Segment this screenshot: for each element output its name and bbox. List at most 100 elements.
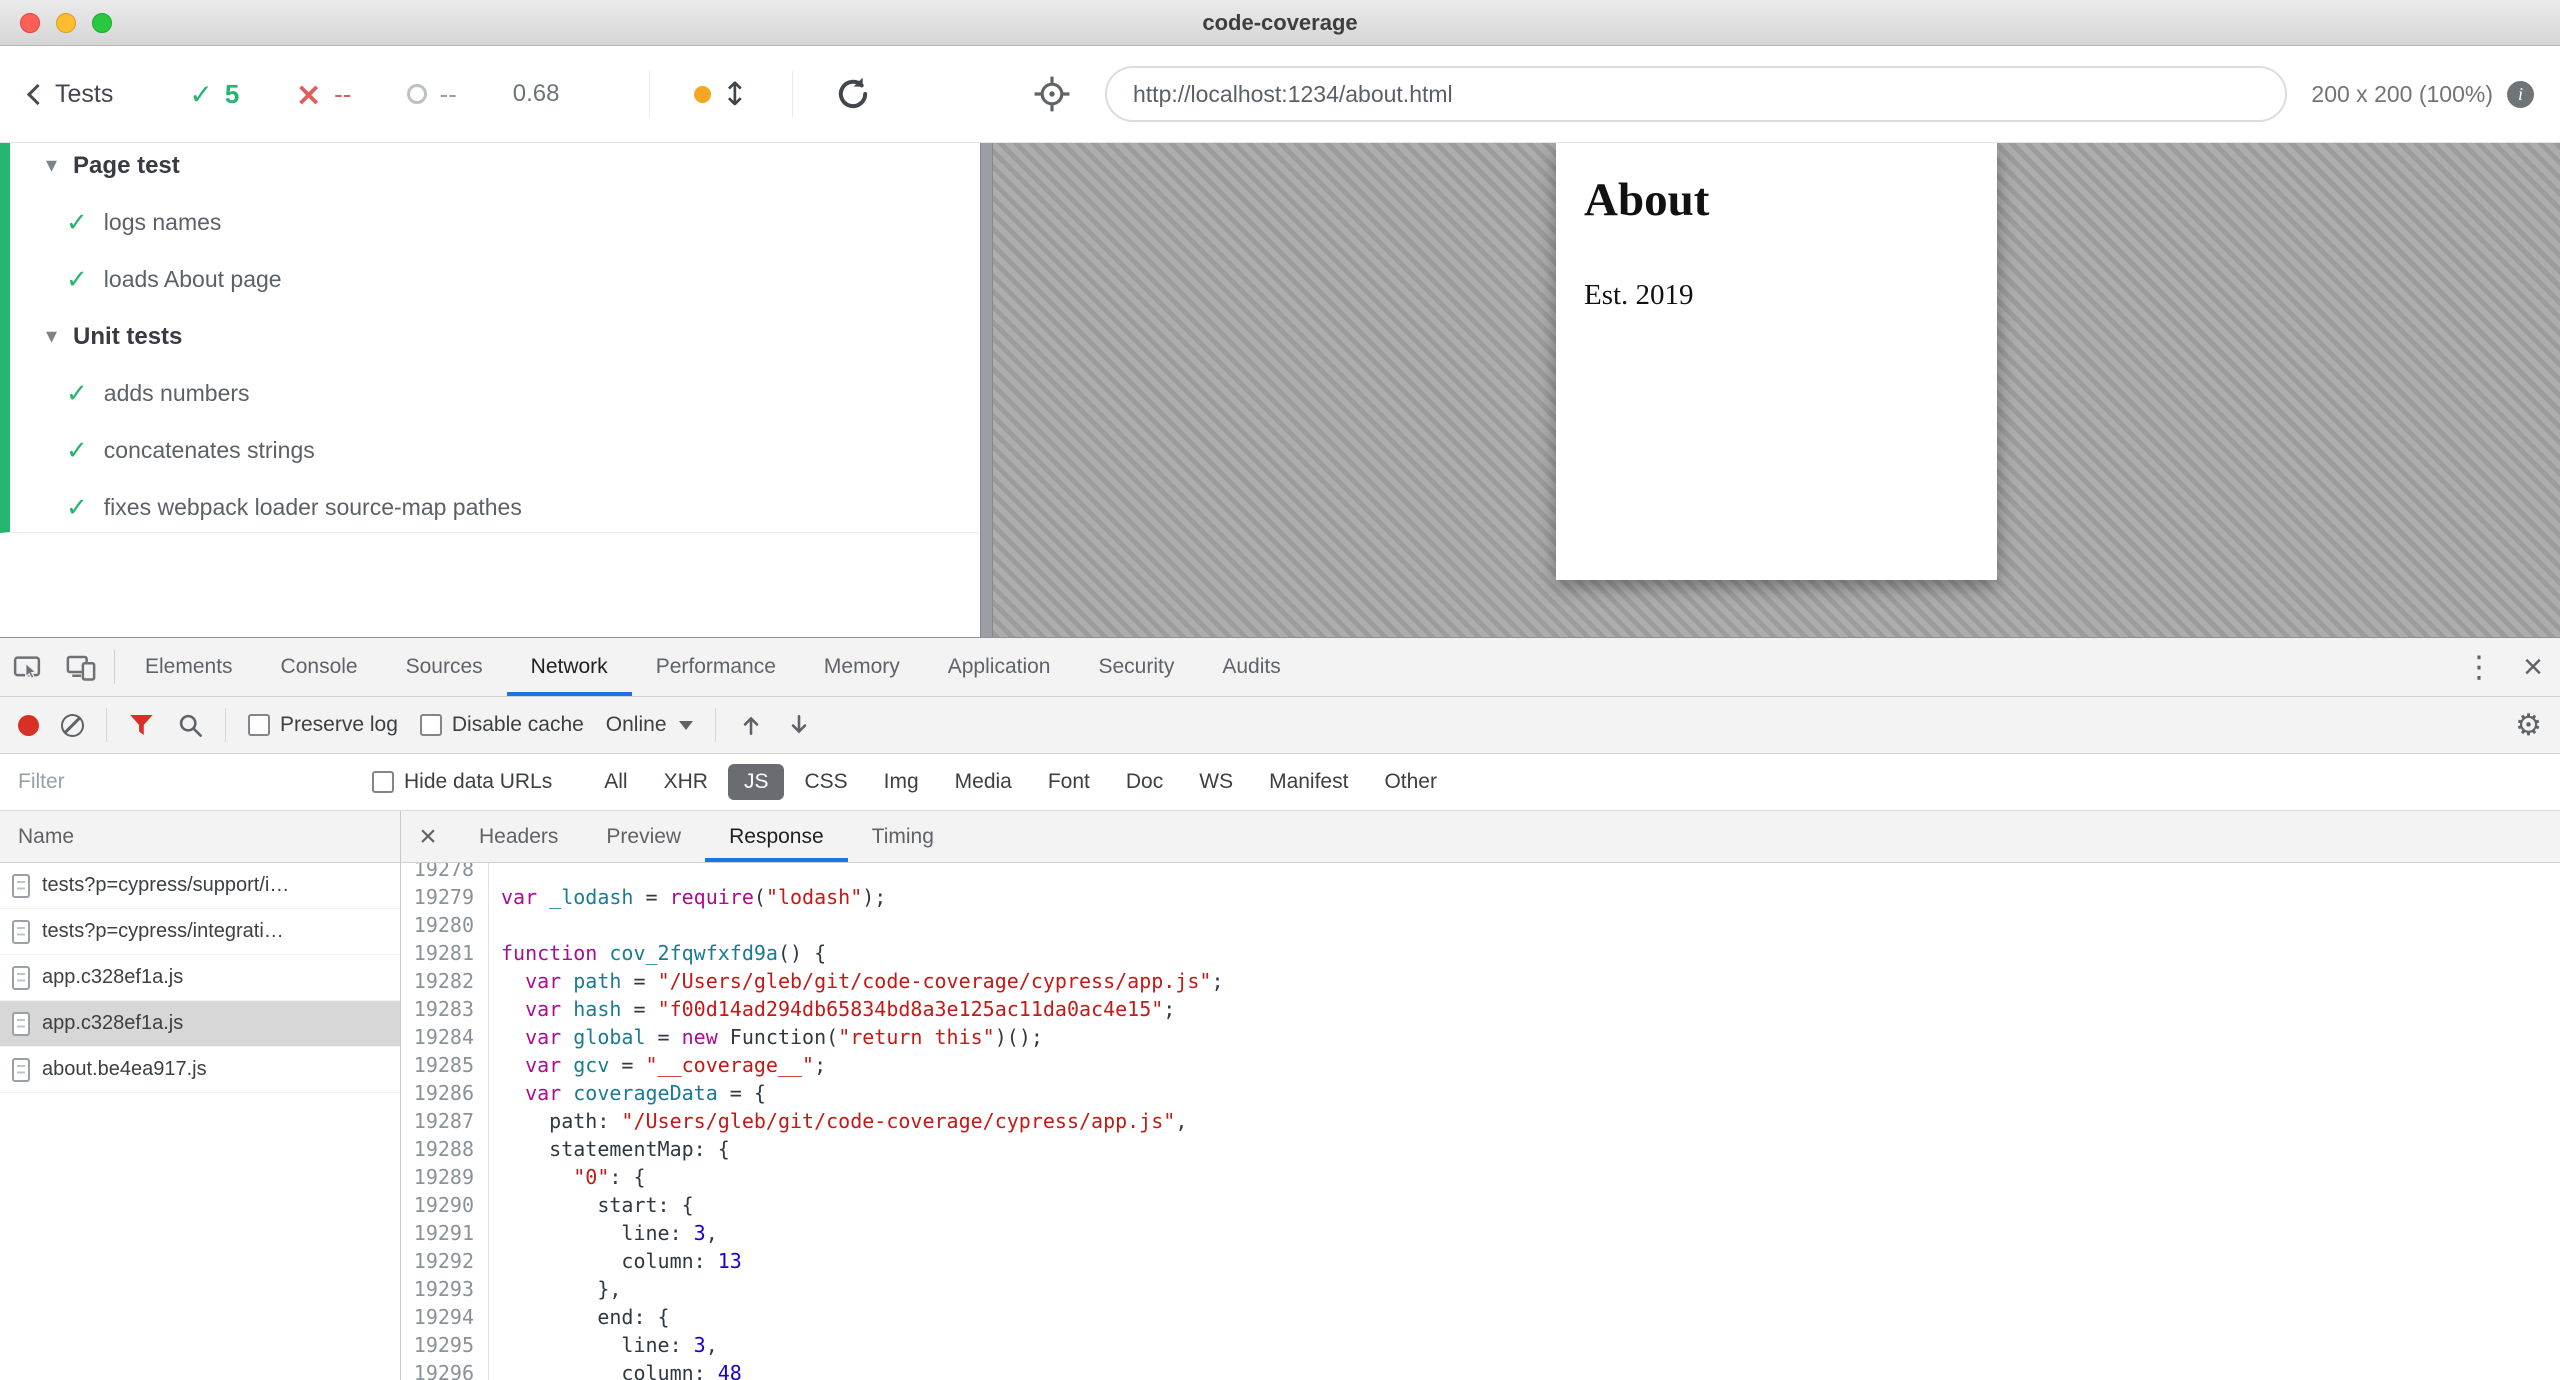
- runner-toolbar-right: 200 x 200 (100%) i: [993, 46, 2560, 142]
- network-settings-gear-icon[interactable]: ⚙: [2515, 708, 2542, 743]
- app-window: code-coverage Tests ✓ 5 × -- --: [0, 0, 2560, 1380]
- type-filter-font[interactable]: Font: [1032, 764, 1106, 800]
- code-line: statementMap: {: [501, 1135, 2560, 1163]
- devtools-menu-button[interactable]: ⋮: [2452, 638, 2506, 696]
- hide-data-urls-toggle[interactable]: Hide data URLs: [372, 770, 552, 794]
- spacer: [1305, 638, 2452, 696]
- disable-cache-toggle[interactable]: Disable cache: [420, 713, 584, 737]
- test-item[interactable]: ✓fixes webpack loader source-map pathes: [10, 479, 980, 536]
- code-line: [501, 911, 2560, 939]
- filter-button[interactable]: [129, 713, 155, 737]
- filter-input[interactable]: [16, 769, 356, 795]
- devtools-tabbar: ElementsConsoleSourcesNetworkPerformance…: [0, 638, 2560, 697]
- type-filter-img[interactable]: Img: [868, 764, 935, 800]
- detail-tab-headers[interactable]: Headers: [455, 811, 582, 862]
- devtools-tab-console[interactable]: Console: [257, 638, 382, 696]
- import-har-button[interactable]: [738, 712, 764, 738]
- suite-header[interactable]: ▾Unit tests: [10, 308, 980, 365]
- preserve-log-checkbox[interactable]: [248, 714, 270, 736]
- devtools-close-button[interactable]: ×: [2506, 638, 2560, 696]
- code-line: end: {: [501, 1303, 2560, 1331]
- test-item[interactable]: ✓adds numbers: [10, 365, 980, 422]
- status-dot-icon: [694, 86, 711, 103]
- code-line: start: {: [501, 1191, 2560, 1219]
- type-filter-xhr[interactable]: XHR: [648, 764, 724, 800]
- response-viewer: 1927819279192801928119282192831928419285…: [401, 863, 2560, 1380]
- type-filters: AllXHRJSCSSImgMediaFontDocWSManifestOthe…: [586, 764, 1455, 800]
- arrow-up-icon: [738, 712, 764, 738]
- detail-close-button[interactable]: ×: [401, 811, 455, 862]
- request-row[interactable]: tests?p=cypress/support/i…: [0, 863, 400, 909]
- type-filter-ws[interactable]: WS: [1183, 764, 1249, 800]
- runner-main: ▾Page test✓logs names✓loads About page▾U…: [0, 143, 2560, 637]
- device-toolbar-button[interactable]: [54, 638, 108, 696]
- search-button[interactable]: [177, 712, 203, 738]
- export-har-button[interactable]: [786, 712, 812, 738]
- viewport-size-label: 200 x 200 (100%): [2311, 81, 2493, 108]
- type-filter-other[interactable]: Other: [1368, 764, 1453, 800]
- request-row[interactable]: app.c328ef1a.js: [0, 1001, 400, 1047]
- throttling-value: Online: [606, 713, 667, 737]
- inspect-element-button[interactable]: [0, 638, 54, 696]
- devtools-tab-audits[interactable]: Audits: [1198, 638, 1304, 696]
- devtools-tab-application[interactable]: Application: [924, 638, 1075, 696]
- minimize-window-button[interactable]: [56, 13, 76, 33]
- name-column-header[interactable]: Name: [0, 811, 400, 863]
- line-number: 19295: [411, 1331, 474, 1359]
- type-filter-manifest[interactable]: Manifest: [1253, 764, 1364, 800]
- record-network-log-button[interactable]: [18, 715, 39, 736]
- devtools-tab-network[interactable]: Network: [507, 638, 632, 696]
- back-to-tests-button[interactable]: Tests: [30, 80, 113, 109]
- suite-header[interactable]: ▾Page test: [10, 143, 980, 194]
- detail-tab-preview[interactable]: Preview: [582, 811, 705, 862]
- code-line: var gcv = "__coverage__";: [501, 1051, 2560, 1079]
- line-number: 19280: [411, 911, 474, 939]
- preserve-log-toggle[interactable]: Preserve log: [248, 713, 398, 737]
- type-filter-media[interactable]: Media: [939, 764, 1028, 800]
- devtools-tab-security[interactable]: Security: [1074, 638, 1198, 696]
- type-filter-css[interactable]: CSS: [788, 764, 863, 800]
- devtools-tab-sources[interactable]: Sources: [382, 638, 507, 696]
- devtools-tab-memory[interactable]: Memory: [800, 638, 924, 696]
- devtools-tab-elements[interactable]: Elements: [121, 638, 257, 696]
- code-line: var hash = "f00d14ad294db65834bd8a3e125a…: [501, 995, 2560, 1023]
- aut-subtitle: Est. 2019: [1584, 279, 1973, 312]
- panel-splitter[interactable]: [980, 143, 993, 637]
- code-line: [501, 863, 2560, 883]
- test-item[interactable]: ✓loads About page: [10, 251, 980, 308]
- network-toolbar: Preserve log Disable cache Online: [0, 697, 2560, 754]
- failed-stat: × --: [295, 78, 351, 110]
- throttling-select[interactable]: Online: [606, 713, 693, 737]
- pass-check-icon: ✓: [66, 208, 88, 238]
- line-number: 19288: [411, 1135, 474, 1163]
- aut-preview: About Est. 2019: [993, 143, 2560, 637]
- test-item[interactable]: ✓concatenates strings: [10, 422, 980, 479]
- type-filter-doc[interactable]: Doc: [1110, 764, 1179, 800]
- code-line: var path = "/Users/gleb/git/code-coverag…: [501, 967, 2560, 995]
- url-bar[interactable]: [1105, 66, 2287, 122]
- test-item[interactable]: ✓logs names: [10, 194, 980, 251]
- type-filter-all[interactable]: All: [588, 764, 643, 800]
- type-filter-js[interactable]: JS: [728, 764, 785, 800]
- close-window-button[interactable]: [20, 13, 40, 33]
- disable-cache-checkbox[interactable]: [420, 714, 442, 736]
- zoom-window-button[interactable]: [92, 13, 112, 33]
- test-name: adds numbers: [104, 380, 250, 407]
- line-number: 19292: [411, 1247, 474, 1275]
- info-icon[interactable]: i: [2507, 81, 2534, 108]
- detail-tab-response[interactable]: Response: [705, 811, 848, 862]
- request-row[interactable]: tests?p=cypress/integrati…: [0, 909, 400, 955]
- clear-network-log-button[interactable]: [61, 714, 84, 737]
- hide-data-urls-checkbox[interactable]: [372, 771, 394, 793]
- selector-playground-button[interactable]: [1033, 75, 1071, 113]
- scroll-arrows-icon: ↕: [721, 78, 748, 110]
- divider: [649, 71, 650, 117]
- test-name: loads About page: [104, 266, 282, 293]
- auto-scroll-indicator[interactable]: ↕: [694, 78, 748, 110]
- devtools-tab-performance[interactable]: Performance: [632, 638, 800, 696]
- request-row[interactable]: app.c328ef1a.js: [0, 955, 400, 1001]
- divider: [114, 650, 115, 684]
- request-row[interactable]: about.be4ea917.js: [0, 1047, 400, 1093]
- restart-tests-button[interactable]: [833, 74, 873, 114]
- detail-tab-timing[interactable]: Timing: [848, 811, 958, 862]
